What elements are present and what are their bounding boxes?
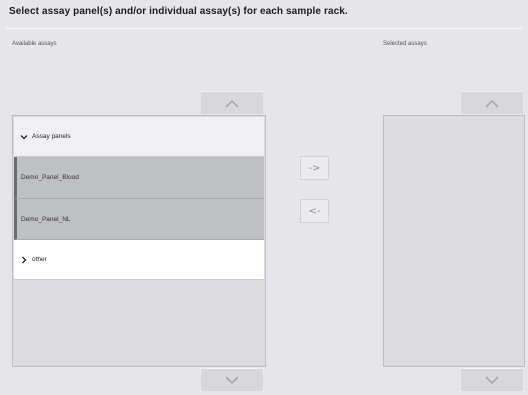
- chevron-down-icon: [485, 375, 499, 384]
- remove-assay-button[interactable]: <-: [300, 199, 329, 223]
- group-label: Assay panels: [32, 133, 71, 140]
- selected-assays-label: Selected assays: [383, 41, 427, 47]
- other-group-header[interactable]: other: [14, 240, 264, 280]
- assay-panels-group-header[interactable]: Assay panels: [14, 117, 264, 157]
- selected-scroll-up-button[interactable]: [461, 91, 523, 114]
- selected-scroll-down-button[interactable]: [461, 368, 523, 391]
- chevron-up-icon: [225, 99, 239, 108]
- assay-panel-item-blood[interactable]: Demo_Panel_Blood: [14, 157, 264, 199]
- add-assay-button[interactable]: ->: [300, 156, 329, 180]
- available-assays-list[interactable]: Assay panels Demo_Panel_Blood Demo_Panel…: [12, 115, 266, 367]
- chevron-right-icon: [22, 256, 27, 263]
- selected-assays-list[interactable]: [383, 115, 525, 367]
- assay-panel-item-nl[interactable]: Demo_Panel_NL: [14, 199, 264, 240]
- header-divider: [6, 28, 522, 29]
- panel-label: Demo_Panel_Blood: [21, 174, 79, 181]
- instruction-title: Select assay panel(s) and/or individual …: [9, 6, 348, 17]
- chevron-up-icon: [485, 99, 499, 108]
- chevron-down-icon: [20, 134, 28, 139]
- chevron-down-icon: [225, 375, 239, 384]
- panel-label: Demo_Panel_NL: [21, 215, 71, 223]
- available-assays-label: Available assays: [12, 41, 57, 47]
- available-scroll-down-button[interactable]: [201, 368, 263, 391]
- available-scroll-up-button[interactable]: [201, 91, 263, 114]
- group-label: other: [32, 256, 47, 263]
